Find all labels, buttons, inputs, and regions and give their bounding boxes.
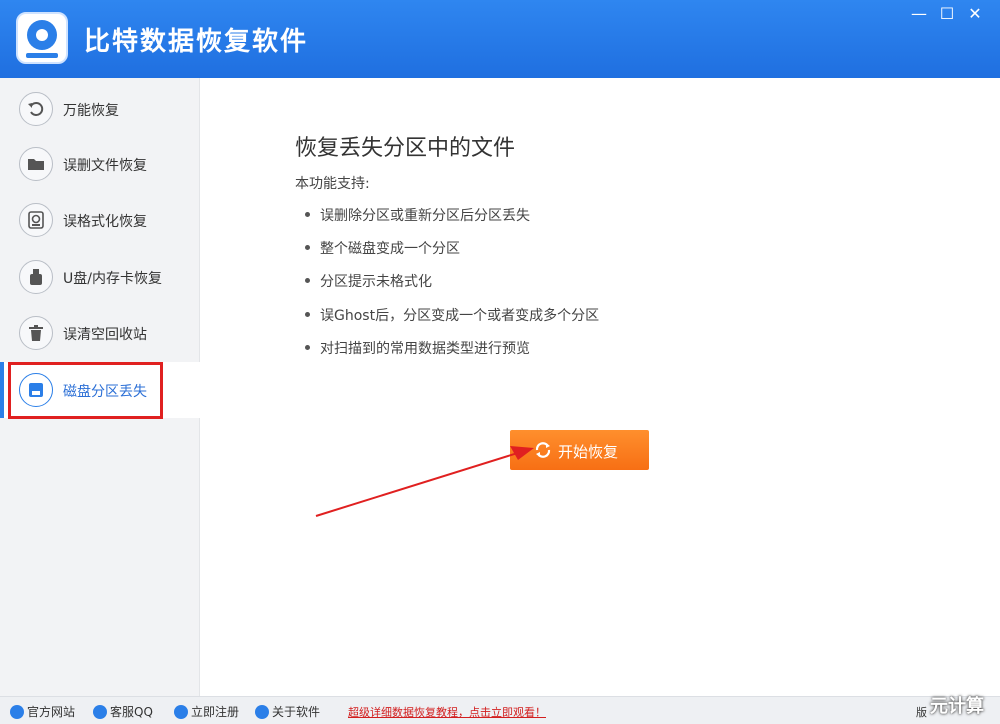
sidebar-item-deleted-files[interactable]: 误删文件恢复 bbox=[0, 136, 200, 192]
sidebar: 万能恢复 误删文件恢复 误格式化恢复 U盘/内存卡恢复 误清空回收站 磁盘分区丢… bbox=[0, 78, 200, 696]
feature-item: 分区提示未格式化 bbox=[305, 271, 432, 291]
app-logo bbox=[16, 12, 68, 64]
minimize-button[interactable]: — bbox=[906, 2, 932, 26]
home-icon bbox=[10, 704, 24, 719]
sidebar-item-partition-lost[interactable]: 磁盘分区丢失 bbox=[0, 362, 200, 418]
sidebar-item-label: 误格式化恢复 bbox=[63, 214, 147, 230]
qq-icon bbox=[93, 704, 107, 719]
maximize-button[interactable]: ☐ bbox=[934, 2, 960, 26]
feature-item: 整个磁盘变成一个分区 bbox=[305, 238, 460, 258]
refresh-icon bbox=[534, 441, 552, 463]
app-title: 比特数据恢复软件 bbox=[84, 27, 309, 57]
sidebar-item-label: 磁盘分区丢失 bbox=[63, 384, 147, 400]
user-icon bbox=[174, 704, 188, 719]
start-recovery-button[interactable]: 开始恢复 bbox=[510, 430, 649, 470]
feature-item: 对扫描到的常用数据类型进行预览 bbox=[305, 338, 530, 358]
undo-icon bbox=[19, 92, 53, 126]
sidebar-item-format-recovery[interactable]: 误格式化恢复 bbox=[0, 192, 200, 248]
usb-drive-icon bbox=[19, 260, 53, 294]
sidebar-item-recycle-bin[interactable]: 误清空回收站 bbox=[0, 305, 200, 361]
sidebar-item-usb-recovery[interactable]: U盘/内存卡恢复 bbox=[0, 249, 200, 305]
status-bar: 官方网站 客服QQ 立即注册 关于软件 超级详细数据恢复教程，点击立即观看！ 版 bbox=[0, 696, 1000, 724]
register-link[interactable]: 立即注册 bbox=[174, 703, 239, 720]
features-heading: 本功能支持: bbox=[295, 176, 370, 192]
sidebar-item-label: U盘/内存卡恢复 bbox=[63, 271, 162, 287]
about-link[interactable]: 关于软件 bbox=[255, 703, 320, 720]
version-label: 版 bbox=[916, 706, 927, 719]
tutorial-link[interactable]: 超级详细数据恢复教程，点击立即观看！ bbox=[348, 704, 546, 720]
feature-item: 误Ghost后，分区变成一个或者变成多个分区 bbox=[305, 305, 599, 325]
watermark: 元计算 bbox=[930, 696, 984, 717]
service-qq-link[interactable]: 客服QQ bbox=[93, 703, 153, 720]
folder-icon bbox=[19, 147, 53, 181]
title-bar: 比特数据恢复软件 — ☐ ✕ bbox=[0, 0, 1000, 78]
sidebar-item-label: 万能恢复 bbox=[63, 103, 119, 119]
trash-icon bbox=[19, 316, 53, 350]
close-button[interactable]: ✕ bbox=[962, 2, 988, 26]
sidebar-item-label: 误删文件恢复 bbox=[63, 158, 147, 174]
feature-item: 误删除分区或重新分区后分区丢失 bbox=[305, 205, 530, 225]
info-icon bbox=[255, 704, 269, 719]
page-title: 恢复丢失分区中的文件 bbox=[295, 136, 516, 161]
official-site-link[interactable]: 官方网站 bbox=[10, 703, 75, 720]
sidebar-item-universal-recovery[interactable]: 万能恢复 bbox=[0, 81, 200, 137]
format-disk-icon bbox=[19, 203, 53, 237]
sidebar-item-label: 误清空回收站 bbox=[63, 327, 147, 343]
disk-icon bbox=[19, 373, 53, 407]
